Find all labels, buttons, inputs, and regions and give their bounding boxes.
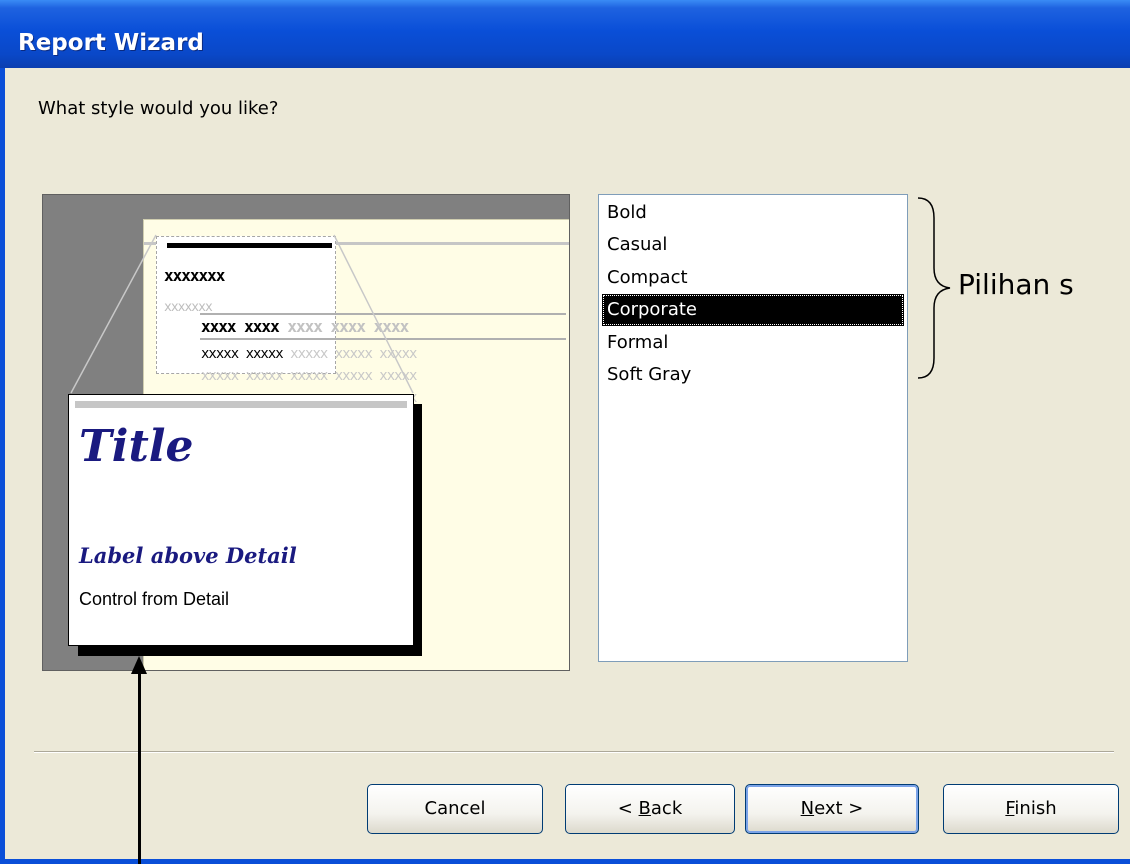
annotation-brace-icon [917,197,951,379]
style-option-soft-gray[interactable]: Soft Gray [602,359,904,391]
callout-header-bar [75,401,407,408]
style-option-corporate[interactable]: Corporate [602,294,904,326]
style-option-casual[interactable]: Casual [602,229,904,261]
finish-button[interactable]: Finish [943,784,1119,834]
style-option-formal[interactable]: Formal [602,327,904,359]
style-listbox[interactable]: Bold Casual Compact Corporate Formal Sof… [598,194,908,662]
annotation-text: Pilihan s [958,268,1074,301]
zoom-guide-line [70,234,157,394]
window-bottom-border [0,859,1130,864]
back-button[interactable]: < Back [565,784,735,834]
zoom-guide-line [333,234,414,394]
style-option-compact[interactable]: Compact [602,262,904,294]
button-separator-highlight [34,752,1114,753]
callout-label: Label above Detail [79,543,297,568]
next-button[interactable]: Next > [745,784,919,834]
window-title: Report Wizard [18,30,204,56]
style-option-bold[interactable]: Bold [602,197,904,229]
annotation-arrow-line [138,672,141,864]
cancel-button[interactable]: Cancel [367,784,543,834]
report-wizard-window: Report Wizard What style would you like?… [0,0,1130,864]
callout-title: Title [79,421,194,472]
callout-control: Control from Detail [79,589,230,609]
style-callout: Title Label above Detail Control from De… [68,394,414,646]
style-prompt: What style would you like? [38,98,279,119]
title-bar[interactable]: Report Wizard [0,0,1130,68]
